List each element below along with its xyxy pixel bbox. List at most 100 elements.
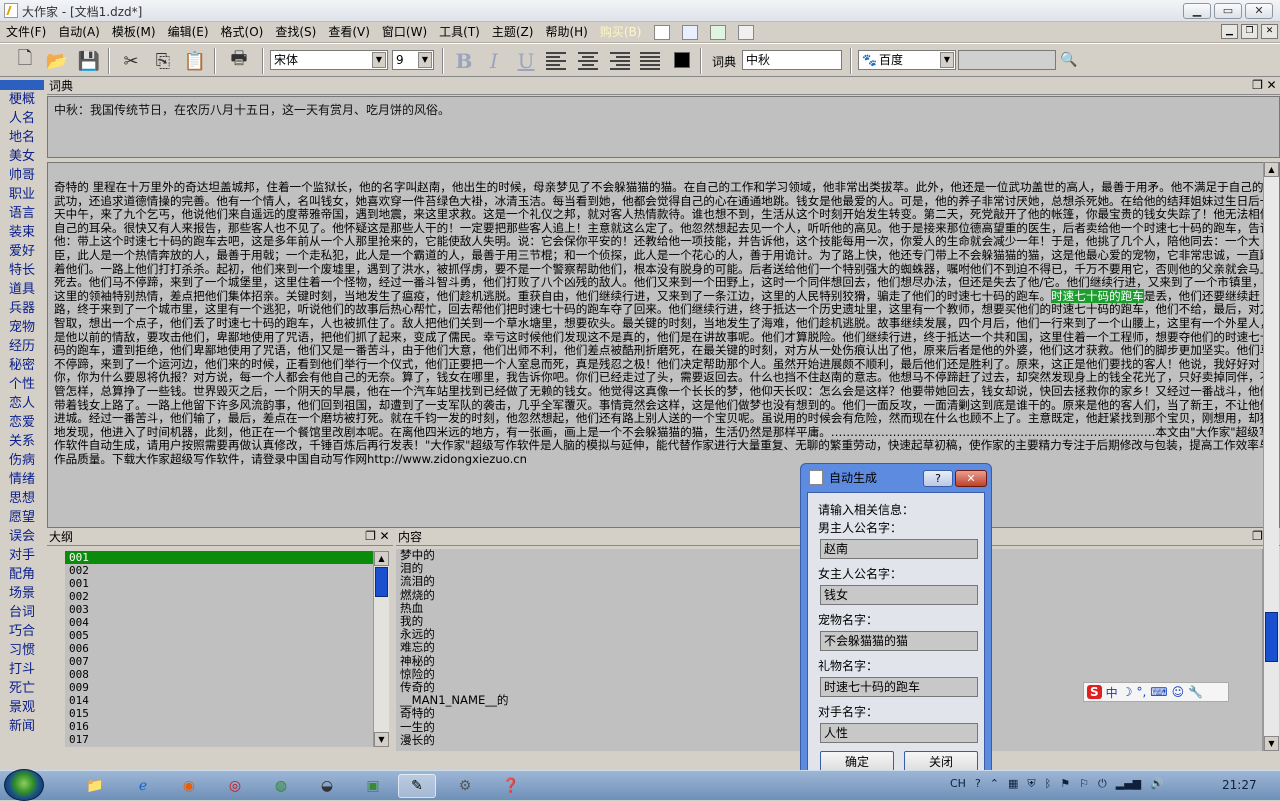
document-scrollbar[interactable]: ▲ ▼ [1263,162,1279,751]
italic-button[interactable]: I [482,49,506,73]
clock[interactable]: 21:27 [1222,778,1257,792]
help-tray-icon[interactable]: ? [975,777,981,795]
menu-format[interactable]: 格式(O) [215,22,270,42]
sidebar-item[interactable]: 帅哥 [0,166,44,185]
sidebar-item[interactable]: 思想 [0,489,44,508]
sidebar-item[interactable]: 情绪 [0,470,44,489]
sidebar-item[interactable]: 个性 [0,375,44,394]
outline-item[interactable]: 008 [65,668,373,681]
theme-swatch-2[interactable] [682,25,698,40]
scroll-up-icon[interactable]: ▲ [374,551,389,566]
print-button[interactable]: 🖶 [226,48,252,74]
outline-item[interactable]: 001 [65,577,373,590]
font-size-select[interactable]: 9 ▼ [392,50,434,70]
flag-icon[interactable]: ⚐ [1079,777,1089,795]
menu-window[interactable]: 窗口(W) [376,22,433,42]
menu-auto[interactable]: 自动(A) [52,22,106,42]
tool-icon[interactable]: ⚙ [446,774,484,798]
outline-item[interactable]: 009 [65,681,373,694]
arrow-icon[interactable]: ⌃ [990,777,999,795]
theme-swatch-3[interactable] [710,25,726,40]
outline-item[interactable]: 001 [65,551,373,564]
web-search-input[interactable] [958,50,1056,70]
sidebar-item[interactable]: 经历 [0,337,44,356]
theme-swatch-1[interactable] [654,25,670,40]
start-button[interactable] [4,769,44,801]
shield-icon[interactable]: ⛨ [1027,777,1035,795]
underline-button[interactable]: U [514,49,538,73]
network-icon[interactable]: ▦ [1008,777,1018,795]
scroll-up-icon[interactable]: ▲ [1264,162,1279,177]
sidebar-item[interactable]: 美女 [0,147,44,166]
menu-buy[interactable]: 购买(B) [594,22,648,42]
panel-restore-icon[interactable]: ❐ [364,530,377,543]
mdi-restore-button[interactable]: ❐ [1241,24,1258,39]
menu-search[interactable]: 查找(S) [269,22,322,42]
font-name-select[interactable]: 宋体 ▼ [270,50,388,70]
sidebar-item[interactable]: 地名 [0,128,44,147]
gift-name-input[interactable]: 时速七十码的跑车 [820,677,978,697]
document-editor[interactable]: 奇特的 里程在十万里外的奇达坦盖城邦，住着一个监狱长，他的名字叫赵南，他出生的时… [47,162,1280,528]
power-icon[interactable]: ⏻ [1098,777,1107,795]
language-indicator[interactable]: CH [950,777,966,795]
panel-close-icon[interactable]: ✕ [378,530,391,543]
dict-search-input[interactable]: 中秋 [742,50,842,70]
moon-icon[interactable]: ☽ [1122,685,1133,699]
ime-toolbar[interactable]: S 中 ☽ °, ⌨ ☺ 🔧 [1083,682,1229,702]
help-icon[interactable]: ❓ [492,774,530,798]
outline-item[interactable]: 014 [65,694,373,707]
outline-item[interactable]: 015 [65,707,373,720]
scroll-down-icon[interactable]: ▼ [374,732,389,747]
app-icon[interactable]: ▣ [354,774,392,798]
volume-icon[interactable]: 🔊 [1150,777,1164,795]
pet-name-input[interactable]: 不会躲猫猫的猫 [820,631,978,651]
signal-icon[interactable]: ▂▄▆ [1116,777,1141,795]
disk-icon[interactable]: ◒ [308,774,346,798]
sidebar-item[interactable]: 台词 [0,603,44,622]
outline-item[interactable]: 002 [65,564,373,577]
text-color-button[interactable] [674,52,690,68]
menu-file[interactable]: 文件(F) [0,22,52,42]
minimize-button[interactable]: ▁ [1183,3,1211,19]
menu-tools[interactable]: 工具(T) [433,22,486,42]
scroll-thumb[interactable] [375,567,388,597]
female-name-input[interactable]: 钱女 [820,585,978,605]
sidebar-item[interactable]: 死亡 [0,679,44,698]
sidebar-item[interactable]: 误会 [0,527,44,546]
sidebar-item[interactable]: 语言 [0,204,44,223]
sidebar-item[interactable]: 恋爱 [0,413,44,432]
sidebar-item[interactable]: 场景 [0,584,44,603]
keyboard-icon[interactable]: ⌨ [1150,685,1167,699]
writer-icon[interactable]: ✎ [398,774,436,798]
new-doc-button[interactable]: 🗋 [12,48,38,74]
paste-button[interactable]: 📋 [182,48,208,74]
scroll-thumb[interactable] [1265,612,1278,662]
bluetooth-icon[interactable]: ᛒ [1045,777,1052,795]
menu-template[interactable]: 模板(M) [106,22,162,42]
maximize-button[interactable]: ▭ [1214,3,1242,19]
sidebar-item[interactable]: 新闻 [0,717,44,736]
ie-icon[interactable]: ℯ [124,774,162,798]
align-left-button[interactable] [546,52,566,70]
sidebar-item[interactable]: 愿望 [0,508,44,527]
menu-view[interactable]: 查看(V) [322,22,376,42]
sidebar-item[interactable]: 打斗 [0,660,44,679]
bold-button[interactable]: B [452,49,476,73]
align-center-button[interactable] [578,52,598,70]
sidebar-item[interactable]: 习惯 [0,641,44,660]
dialog-help-button[interactable]: ? [923,470,953,487]
outline-item[interactable]: 005 [65,629,373,642]
outline-item[interactable]: 017 [65,733,373,746]
sidebar-item[interactable]: 秘密 [0,356,44,375]
sidebar-item[interactable]: 职业 [0,185,44,204]
folder-icon[interactable]: 📁 [76,774,114,798]
align-right-button[interactable] [610,52,630,70]
sidebar-item[interactable]: 特长 [0,261,44,280]
outline-scrollbar[interactable]: ▲ ▼ [373,551,389,747]
panel-close-icon[interactable]: ✕ [1265,79,1278,92]
menu-edit[interactable]: 编辑(E) [162,22,215,42]
open-button[interactable]: 📂 [44,48,70,74]
sidebar-item[interactable]: 兵器 [0,299,44,318]
sidebar-item[interactable]: 人名 [0,109,44,128]
menu-help[interactable]: 帮助(H) [539,22,593,42]
